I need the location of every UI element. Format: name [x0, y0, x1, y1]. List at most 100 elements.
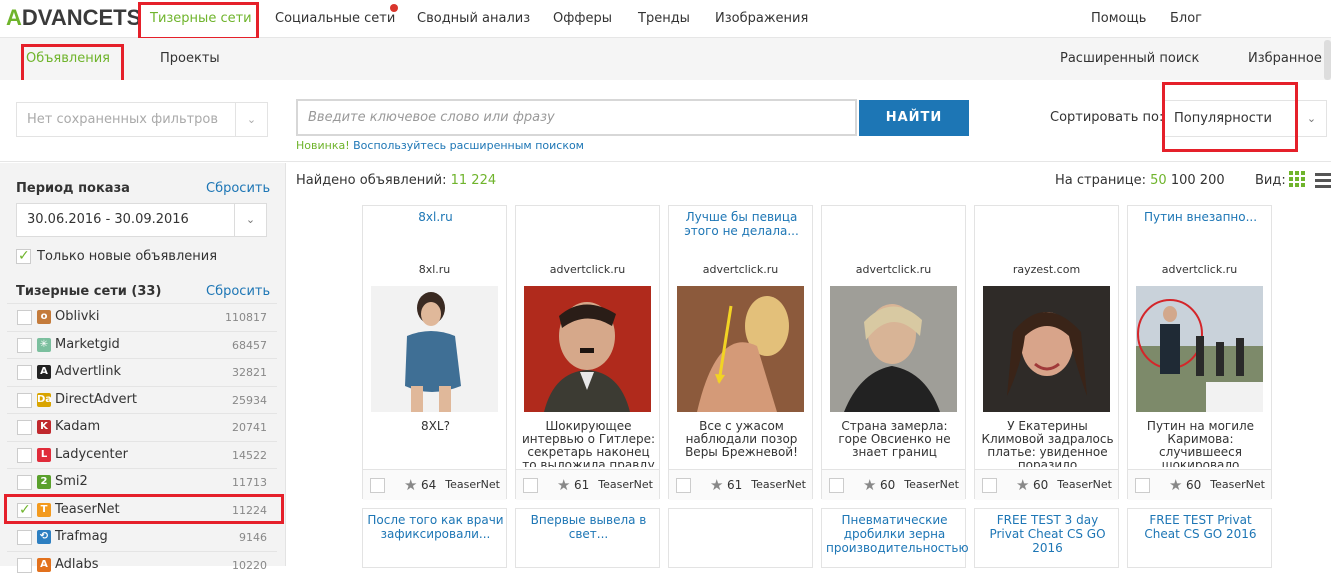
network-row-trafmag[interactable]: ⟲ Trafmag 9146	[7, 523, 277, 550]
ad-card[interactable]: advertclick.ru Страна замерла: горе Овсие…	[821, 205, 966, 500]
ad-title[interactable]: Путин внезапно...	[1132, 210, 1269, 224]
network-checkbox[interactable]: ✓	[17, 502, 32, 518]
network-row-kadam[interactable]: K Kadam 20741	[7, 413, 277, 440]
network-row-ladycenter[interactable]: L Ladycenter 14522	[7, 440, 277, 468]
per-page-200[interactable]: 200	[1200, 173, 1225, 188]
network-row-directadvert[interactable]: Da DirectAdvert 25934	[7, 385, 277, 413]
network-checkbox[interactable]	[17, 420, 32, 435]
search-input[interactable]: Введите ключевое слово или фразу	[296, 99, 857, 136]
star-icon[interactable]: ★	[404, 476, 417, 494]
ad-select-checkbox[interactable]	[982, 478, 997, 493]
network-checkbox[interactable]	[17, 337, 32, 353]
nav-social-networks[interactable]: Социальные сети	[275, 0, 395, 38]
ad-card[interactable]: FREE TEST Privat Cheat CS GO 2016	[1127, 508, 1272, 568]
nav-images[interactable]: Изображения	[715, 0, 808, 38]
favorites-link[interactable]: Избранное	[1248, 38, 1322, 80]
network-checkbox[interactable]	[17, 557, 32, 573]
saved-filters-select[interactable]: Нет сохраненных фильтров ⌄	[16, 102, 268, 137]
ad-title[interactable]: Лучше бы певица этого не делала...	[673, 210, 810, 238]
find-button[interactable]: НАЙТИ	[859, 100, 969, 136]
star-icon[interactable]: ★	[710, 476, 723, 494]
ad-card[interactable]: После того как врачи зафиксировали...	[362, 508, 507, 568]
nav-help[interactable]: Помощь	[1091, 0, 1146, 38]
ad-image[interactable]	[830, 286, 957, 412]
nav-blog[interactable]: Блог	[1170, 0, 1202, 38]
per-page-100[interactable]: 100	[1171, 173, 1196, 188]
scrollbar-thumb[interactable]	[1324, 40, 1331, 80]
ad-title[interactable]: После того как врачи зафиксировали...	[367, 513, 504, 541]
ad-network: TeaserNet	[445, 478, 500, 491]
list-view-icon[interactable]	[1315, 172, 1331, 188]
tab-ads[interactable]: Объявления	[26, 38, 110, 80]
chevron-down-icon: ⌄	[234, 204, 266, 236]
hint-advanced-link[interactable]: Воспользуйтесь расширенным поиском	[353, 139, 584, 152]
ad-image[interactable]	[1136, 286, 1263, 412]
ad-card[interactable]: Впервые вывела в свет...	[515, 508, 660, 568]
ad-text: 8XL?	[421, 420, 450, 433]
star-icon[interactable]: ★	[557, 476, 570, 494]
logo-letter-a: A	[6, 5, 22, 30]
star-icon[interactable]: ★	[863, 476, 876, 494]
new-only-label: Только новые объявления	[37, 249, 218, 264]
ad-network: TeaserNet	[904, 478, 959, 491]
grid-view-icon[interactable]	[1289, 171, 1307, 189]
period-title: Период показа	[16, 181, 130, 196]
ad-select-checkbox[interactable]	[1135, 478, 1150, 493]
ad-select-checkbox[interactable]	[523, 478, 538, 493]
tab-projects[interactable]: Проекты	[160, 38, 220, 80]
period-reset-link[interactable]: Сбросить	[206, 181, 270, 196]
nav-summary-analysis[interactable]: Сводный анализ	[417, 0, 530, 38]
network-checkbox[interactable]	[17, 310, 32, 325]
ad-title[interactable]: FREE TEST Privat Cheat CS GO 2016	[1132, 513, 1269, 541]
ad-card[interactable]: 8xl.ru 8xl.ru 8XL? ★ 64 TeaserNet	[362, 205, 507, 500]
ad-card[interactable]: advertclick.ru Шокирующее интервью о Гитл…	[515, 205, 660, 500]
per-page-50[interactable]: 50	[1150, 173, 1167, 188]
advanced-search-hint: Новинка! Воспользуйтесь расширенным поис…	[296, 139, 584, 152]
ad-select-checkbox[interactable]	[676, 478, 691, 493]
ad-card[interactable]	[668, 508, 813, 568]
network-row-teasernet[interactable]: ✓ T TeaserNet 11224	[7, 495, 277, 523]
ad-card[interactable]: FREE TEST 3 day Privat Cheat CS GO 2016	[974, 508, 1119, 568]
network-checkbox[interactable]	[17, 392, 32, 408]
network-checkbox[interactable]	[17, 447, 32, 463]
new-only-checkbox[interactable]: ✓	[16, 249, 31, 264]
networks-reset-link[interactable]: Сбросить	[206, 284, 270, 299]
advancets-logo[interactable]: ADVANCETS	[6, 5, 141, 31]
ad-title[interactable]: 8xl.ru	[367, 210, 504, 224]
ad-image[interactable]	[371, 286, 498, 412]
ad-select-checkbox[interactable]	[370, 478, 385, 493]
network-row-advertlink[interactable]: A Advertlink 32821	[7, 358, 277, 385]
period-select[interactable]: 30.06.2016 - 30.09.2016 ⌄	[16, 203, 267, 237]
ad-card[interactable]: Путин внезапно... advertclick.ru Путин на …	[1127, 205, 1272, 500]
network-checkbox[interactable]	[17, 475, 32, 490]
network-row-smi2[interactable]: 2 Smi2 11713	[7, 468, 277, 495]
network-checkbox[interactable]	[17, 365, 32, 380]
ad-image[interactable]	[677, 286, 804, 412]
ad-title[interactable]: FREE TEST 3 day Privat Cheat CS GO 2016	[979, 513, 1116, 555]
ad-card[interactable]: Лучше бы певица этого не делала... advert…	[668, 205, 813, 500]
network-row-adlabs[interactable]: A Adlabs 10220	[7, 550, 277, 578]
hint-new-label: Новинка!	[296, 139, 350, 152]
star-icon[interactable]: ★	[1169, 476, 1182, 494]
sort-select[interactable]: Популярности ⌄	[1164, 100, 1327, 137]
ad-image[interactable]	[983, 286, 1110, 412]
network-logo-icon: A	[37, 557, 51, 572]
ad-title[interactable]: Впервые вывела в свет...	[520, 513, 657, 541]
network-checkbox[interactable]	[17, 530, 32, 545]
ad-network: TeaserNet	[751, 478, 806, 491]
star-icon[interactable]: ★	[1016, 476, 1029, 494]
nav-trends[interactable]: Тренды	[638, 0, 690, 38]
logo-text: DVANCETS	[21, 5, 142, 30]
ad-image[interactable]	[524, 286, 651, 412]
advanced-search-link[interactable]: Расширенный поиск	[1060, 38, 1199, 80]
ad-footer: ★ 64 TeaserNet	[363, 469, 506, 500]
ad-card[interactable]: Пневматические дробилки зерна производит…	[821, 508, 969, 568]
network-row-oblivki[interactable]: o Oblivki 110817	[7, 303, 277, 330]
nav-offers[interactable]: Офферы	[553, 0, 612, 38]
network-name: Smi2	[55, 474, 88, 489]
network-row-marketgid[interactable]: ✳ Marketgid 68457	[7, 330, 277, 358]
ad-card[interactable]: rayzest.com У Екатерины Климовой задралос…	[974, 205, 1119, 500]
ad-title[interactable]: Пневматические дробилки зерна производит…	[826, 513, 969, 555]
nav-teaser-networks[interactable]: Тизерные сети	[150, 0, 252, 38]
ad-select-checkbox[interactable]	[829, 478, 844, 493]
